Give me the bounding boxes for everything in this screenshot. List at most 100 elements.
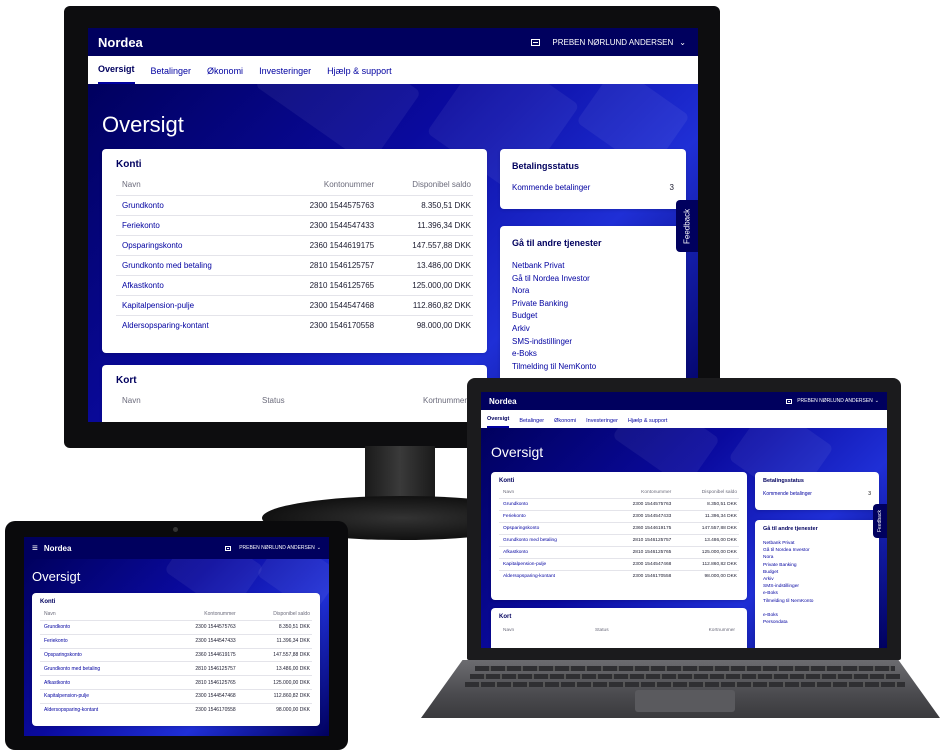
account-name[interactable]: Aldersopsparing-kontant <box>40 702 154 717</box>
feedback-button[interactable]: Feedback <box>873 504 887 538</box>
service-link[interactable]: Persondata <box>763 619 871 626</box>
services-links: Netbank Privat Gå til Nordea Investor No… <box>512 260 674 373</box>
service-link[interactable]: Gå til Nordea Investor <box>763 547 871 554</box>
tab-betalinger[interactable]: Betalinger <box>519 418 544 428</box>
table-row[interactable]: Grundkonto 2300 1544575763 8.350,51 DKK <box>40 620 312 635</box>
tab-hjaelp-support[interactable]: Hjælp & support <box>327 66 392 84</box>
account-number: 2810 1546125765 <box>266 275 381 296</box>
upcoming-payments-row[interactable]: Kommende betalinger 3 <box>512 183 674 192</box>
service-link[interactable]: Netbank Privat <box>763 540 871 547</box>
account-name[interactable]: Afkastkonto <box>40 675 154 690</box>
envelope-icon[interactable] <box>225 545 232 551</box>
tab-investeringer[interactable]: Investeringer <box>586 418 618 428</box>
table-row[interactable]: Grundkonto 2300 1544575763 8.350,51 DKK <box>499 498 739 511</box>
upcoming-payments-row[interactable]: Kommende betalinger 3 <box>763 491 871 497</box>
user-menu[interactable]: PREBEN NØRLUND ANDERSEN ⌄ <box>531 38 686 47</box>
service-link[interactable]: Netbank Privat <box>512 260 674 273</box>
tab-okonomi[interactable]: Økonomi <box>554 418 576 428</box>
service-link[interactable]: e-Boks <box>763 590 871 597</box>
tab-hjaelp-support[interactable]: Hjælp & support <box>628 418 667 428</box>
account-name[interactable]: Grundkonto med betaling <box>40 661 154 676</box>
service-link[interactable]: Private Banking <box>512 298 674 311</box>
service-link[interactable]: Private Banking <box>763 562 871 569</box>
hamburger-menu-icon[interactable]: ≡ <box>32 543 38 554</box>
column-header-number: Kontonummer <box>204 611 236 617</box>
table-row[interactable]: Afkastkonto 2810 1546125765 125.000,00 DKK <box>40 675 312 690</box>
nordea-logo[interactable]: Nordea <box>489 397 517 406</box>
table-row[interactable]: Feriekonto 2300 1544547433 11.396,34 DKK <box>116 215 473 236</box>
account-name[interactable]: Feriekonto <box>116 215 267 236</box>
service-link[interactable]: Nora <box>763 554 871 561</box>
table-row[interactable]: Grundkonto med betaling 2810 1546125757 13… <box>499 534 739 547</box>
user-menu[interactable]: PREBEN NØRLUND ANDERSEN ⌄ <box>786 398 879 404</box>
column-header-name: Navn <box>44 611 56 617</box>
tablet-app: ≡ Nordea PREBEN NØRLUND ANDERSEN ⌄ Overs… <box>24 537 329 736</box>
keyboard-row <box>470 674 900 679</box>
table-row[interactable]: Aldersopsparing-kontant 2300 1546170558 98… <box>499 570 739 582</box>
service-link[interactable]: Nora <box>512 285 674 298</box>
service-link[interactable]: Budget <box>512 310 674 323</box>
account-name[interactable]: Opsparingskonto <box>499 522 600 535</box>
account-name[interactable]: Grundkonto med betaling <box>116 255 267 276</box>
account-name[interactable]: Grundkonto <box>499 498 600 511</box>
account-name[interactable]: Kapitalpension-pulje <box>116 295 267 316</box>
accounts-card: Konti Navn Kontonummer Disponibel saldo … <box>491 472 747 600</box>
table-row[interactable]: Kapitalpension-pulje 2300 1544547468 112.8… <box>499 558 739 571</box>
tab-betalinger[interactable]: Betalinger <box>151 66 192 84</box>
accounts-table: Navn Kontonummer Disponibel saldo Grundk… <box>499 490 739 582</box>
account-name[interactable]: Grundkonto <box>116 195 267 216</box>
account-name[interactable]: Kapitalpension-pulje <box>499 558 600 571</box>
nordea-logo[interactable]: Nordea <box>44 544 72 553</box>
table-row[interactable]: Opsparingskonto 2360 1544619175 147.557,88… <box>116 235 473 256</box>
account-name[interactable]: Grundkonto med betaling <box>499 534 600 547</box>
account-name[interactable]: Aldersopsparing-kontant <box>116 315 267 335</box>
service-link[interactable]: Budget <box>763 569 871 576</box>
service-link[interactable]: SMS-indstillinger <box>512 336 674 349</box>
table-row[interactable]: Aldersopsparing-kontant 2300 1546170558 98… <box>116 315 473 335</box>
tab-investeringer[interactable]: Investeringer <box>259 66 311 84</box>
table-row[interactable]: Feriekonto 2300 1544547433 11.396,34 DKK <box>499 510 739 523</box>
service-link[interactable]: e-Boks <box>512 348 674 361</box>
account-number: 2300 1544547468 <box>599 558 676 571</box>
table-row[interactable]: Feriekonto 2300 1544547433 11.396,34 DKK <box>40 633 312 649</box>
tab-oversigt[interactable]: Oversigt <box>487 416 510 428</box>
tab-oversigt[interactable]: Oversigt <box>98 64 135 84</box>
table-row[interactable]: Aldersopsparing-kontant 2300 1546170558 98… <box>40 702 312 717</box>
cards-card: Kort Navn Status Kortnummer <box>102 365 487 422</box>
table-row[interactable]: Afkastkonto 2810 1546125765 125.000,00 DKK <box>116 275 473 296</box>
tab-okonomi[interactable]: Økonomi <box>207 66 243 84</box>
nordea-logo[interactable]: Nordea <box>98 35 143 50</box>
account-name[interactable]: Opsparingskonto <box>40 647 154 662</box>
account-name[interactable]: Grundkonto <box>40 620 154 635</box>
service-link[interactable]: SMS-indstillinger <box>763 583 871 590</box>
service-link[interactable]: Tilmelding til NemKonto <box>512 361 674 374</box>
envelope-icon[interactable] <box>531 38 541 46</box>
table-row[interactable]: Afkastkonto 2810 1546125765 125.000,00 DKK <box>499 546 739 559</box>
account-balance: 8.350,51 DKK <box>380 195 473 216</box>
cards-table-header: Navn Status Kortnummer <box>499 628 739 633</box>
table-row[interactable]: Kapitalpension-pulje 2300 1544547468 112.8… <box>116 295 473 316</box>
account-name[interactable]: Feriekonto <box>499 510 600 523</box>
table-row[interactable]: Grundkonto 2300 1544575763 8.350,51 DKK <box>116 195 473 216</box>
table-row[interactable]: Opsparingskonto 2360 1544619175 147.557,88… <box>40 647 312 662</box>
account-name[interactable]: Aldersopsparing-kontant <box>499 570 600 582</box>
user-menu[interactable]: PREBEN NØRLUND ANDERSEN ⌄ <box>225 545 321 551</box>
upcoming-payments-link[interactable]: Kommende betalinger <box>512 183 590 192</box>
service-link[interactable]: Arkiv <box>763 576 871 583</box>
upcoming-payments-link[interactable]: Kommende betalinger <box>763 491 812 497</box>
table-row[interactable]: Grundkonto med betaling 2810 1546125757 13… <box>116 255 473 276</box>
service-link[interactable]: Arkiv <box>512 323 674 336</box>
service-link[interactable]: e-Boks <box>763 612 871 619</box>
account-name[interactable]: Afkastkonto <box>499 546 600 559</box>
table-row[interactable]: Grundkonto med betaling 2810 1546125757 13… <box>40 661 312 676</box>
account-name[interactable]: Kapitalpension-pulje <box>40 688 154 704</box>
account-name[interactable]: Afkastkonto <box>116 275 267 296</box>
table-row[interactable]: Kapitalpension-pulje 2300 1544547468 112.8… <box>40 688 312 704</box>
envelope-icon[interactable] <box>786 398 793 404</box>
feedback-button[interactable]: Feedback <box>676 200 698 252</box>
table-row[interactable]: Opsparingskonto 2360 1544619175 147.557,88… <box>499 522 739 535</box>
account-name[interactable]: Feriekonto <box>40 633 154 649</box>
service-link[interactable]: Tilmelding til NemKonto <box>763 598 871 605</box>
account-name[interactable]: Opsparingskonto <box>116 235 267 256</box>
service-link[interactable]: Gå til Nordea Investor <box>512 273 674 286</box>
